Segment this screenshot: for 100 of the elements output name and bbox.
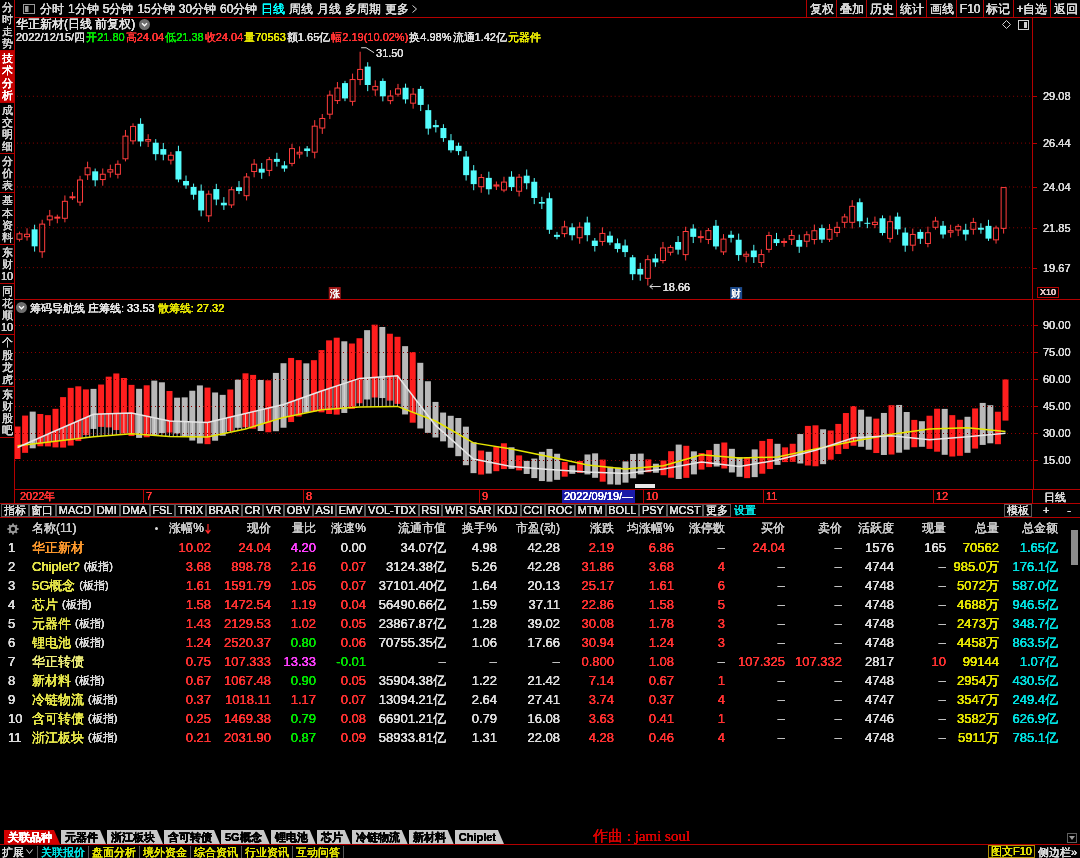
indicator-tab[interactable]: WR	[442, 504, 467, 517]
bottom-tab[interactable]: 冷链物流	[351, 830, 408, 844]
indicator-tab[interactable]: MACD	[56, 504, 94, 517]
sidebar-tab[interactable]: 东财股吧	[0, 386, 14, 439]
remove-button[interactable]: -	[1064, 505, 1074, 516]
indicator-tab[interactable]: VR	[263, 504, 284, 517]
column-header[interactable]: 涨速%	[318, 519, 368, 538]
indicator-tab[interactable]: FSL	[149, 504, 176, 517]
f10-button[interactable]: 图文F10	[987, 845, 1035, 858]
indicator-tab[interactable]: SAR	[466, 504, 495, 517]
stock-name[interactable]: 含可转债	[32, 711, 84, 726]
toolbar-button[interactable]: 复权	[806, 0, 837, 17]
bottom-tab[interactable]: 元器件	[61, 830, 106, 844]
period-tab[interactable]: 5分钟	[100, 1, 136, 16]
stock-name[interactable]: 华正转债	[32, 654, 84, 669]
panel-icon[interactable]	[1018, 19, 1029, 30]
indicator-tab[interactable]: MTM	[575, 504, 606, 517]
settings-icon[interactable]	[7, 522, 19, 535]
indicator-tab[interactable]: BRAR	[205, 504, 242, 517]
toolbar-button[interactable]: 叠加	[836, 0, 867, 17]
bottom-tab[interactable]: 浙江板块	[107, 830, 163, 844]
indicator-tab[interactable]: 指标	[1, 504, 29, 517]
column-header[interactable]: 现价	[213, 519, 273, 538]
sidebar-tab[interactable]: 成交明细	[0, 102, 14, 155]
column-header[interactable]: 现量	[896, 519, 948, 538]
bottom-link-tab[interactable]: 盘面分析	[89, 845, 140, 858]
dropdown-circle-icon[interactable]	[16, 302, 27, 313]
toolbar-button[interactable]: 返回	[1050, 0, 1080, 17]
sidebar-tab[interactable]: 东财10	[0, 244, 14, 285]
column-header[interactable]: 买价	[727, 519, 787, 538]
more-button[interactable]: 更多	[383, 1, 420, 16]
stock-name[interactable]: 新材料	[32, 673, 71, 688]
stock-name[interactable]: 冷链物流	[32, 692, 84, 707]
sidebar-toggle-button[interactable]: 侧边栏»	[1034, 845, 1080, 858]
indicator-tab[interactable]: DMI	[93, 504, 120, 517]
indicator-tab[interactable]: 更多	[703, 504, 731, 517]
indicator-tab[interactable]: VOL-TDX	[365, 504, 419, 517]
indicator-tab[interactable]: CR	[241, 504, 264, 517]
column-header[interactable]: 总金额	[1001, 519, 1060, 538]
indicator-tab[interactable]: EMV	[335, 504, 366, 517]
toolbar-button[interactable]: 历史	[866, 0, 897, 17]
column-header[interactable]: 换手%	[448, 519, 499, 538]
toolbar-button[interactable]: 统计	[896, 0, 927, 17]
period-tab[interactable]: 30分钟	[176, 1, 219, 16]
indicator-tab[interactable]: BOLL	[605, 504, 640, 517]
column-header[interactable]: 市盈(动)	[499, 519, 562, 538]
sidebar-tab[interactable]: 技术分析	[0, 51, 14, 103]
bottom-tab[interactable]: 芯片	[316, 830, 351, 844]
stock-name[interactable]: Chiplet?	[32, 559, 80, 574]
dropdown-button[interactable]	[1067, 833, 1077, 843]
indicator-tab[interactable]: RSI	[418, 504, 443, 517]
sidebar-tab[interactable]: 个股龙虎	[0, 335, 14, 387]
indicator-tab[interactable]: TRIX	[175, 504, 206, 517]
add-button[interactable]: +	[1039, 505, 1053, 516]
indicator-tab[interactable]: DMA	[119, 504, 150, 517]
bottom-link-tab[interactable]: 境外资金	[140, 845, 191, 858]
stock-name[interactable]: 元器件	[32, 616, 71, 631]
toolbar-button[interactable]: F10	[956, 0, 983, 17]
column-header[interactable]: 活跃度	[844, 519, 896, 538]
period-tab[interactable]: 日线	[259, 1, 288, 16]
column-header[interactable]: 量比	[273, 519, 318, 538]
stock-name[interactable]: 华正新材	[32, 540, 84, 555]
indicator-tab[interactable]: 窗口	[28, 504, 56, 517]
sidebar-tab[interactable]: 分价表	[0, 154, 14, 194]
indicator-tab[interactable]: KDJ	[494, 504, 521, 517]
stock-name[interactable]: 5G概念	[32, 578, 76, 593]
expand-button[interactable]: 扩展	[0, 845, 38, 858]
column-header[interactable]: 总量	[948, 519, 1001, 538]
toolbar-button[interactable]: 画线	[926, 0, 957, 17]
column-header[interactable]: 涨停数	[676, 519, 727, 538]
column-header[interactable]: 卖价	[787, 519, 844, 538]
toolbar-button[interactable]: +自选	[1013, 0, 1050, 17]
indicator-tab[interactable]: CCI	[520, 504, 546, 517]
bottom-link-tab[interactable]: 行业资讯	[242, 845, 293, 858]
period-tab[interactable]: 15分钟	[135, 1, 177, 16]
bottom-tab[interactable]: 锂电池	[270, 830, 316, 844]
column-header[interactable]: 均涨幅%	[616, 519, 676, 538]
bottom-link-tab[interactable]: 关联报价	[38, 845, 89, 858]
column-header[interactable]: 涨幅%	[162, 519, 213, 538]
template-button[interactable]: 模板	[1003, 504, 1032, 517]
period-tab[interactable]: 月线	[315, 1, 344, 16]
bottom-link-tab[interactable]: 综合资讯	[191, 845, 242, 858]
indicator-tab[interactable]: ROC	[545, 504, 575, 517]
bottom-link-tab[interactable]: 互动问答	[293, 845, 344, 858]
sidebar-tab[interactable]: 基本资料	[0, 193, 14, 245]
column-header[interactable]: 名称(11)	[30, 519, 162, 538]
column-header[interactable]: 涨跌	[562, 519, 616, 538]
period-tab[interactable]: 周线	[287, 1, 316, 16]
indicator-tab[interactable]: ASI	[312, 504, 336, 517]
period-tab[interactable]: 1分钟	[66, 1, 101, 16]
bottom-tab[interactable]: 新材料	[408, 830, 454, 844]
panel-toggle-icon[interactable]	[23, 3, 35, 14]
toolbar-button[interactable]: 标记	[983, 0, 1013, 17]
diamond-icon[interactable]	[1002, 20, 1011, 29]
indicator-tab[interactable]: PSY	[639, 504, 667, 517]
bottom-tab[interactable]: 含可转债	[164, 830, 220, 844]
bottom-tab[interactable]: 关联品种	[4, 830, 60, 844]
period-tab[interactable]: 多周期	[343, 1, 384, 16]
stock-name[interactable]: 芯片	[32, 597, 58, 612]
period-tab[interactable]: 分时	[38, 1, 66, 16]
